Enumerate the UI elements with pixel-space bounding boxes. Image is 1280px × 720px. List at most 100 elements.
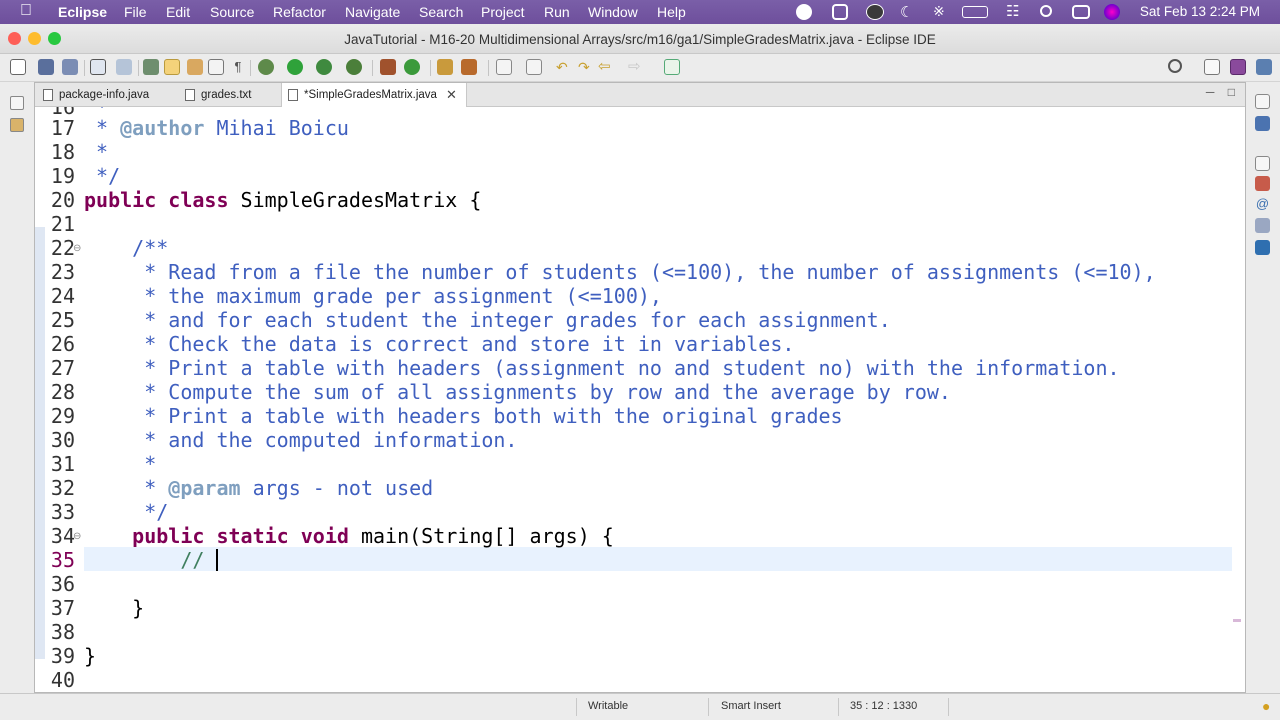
- close-tab-icon[interactable]: ✕: [446, 87, 457, 103]
- open-type-icon[interactable]: [437, 59, 453, 75]
- code-line: }: [84, 596, 145, 620]
- code-line: */: [84, 164, 121, 188]
- declaration-icon[interactable]: [1255, 218, 1270, 233]
- menu-source[interactable]: Source: [210, 4, 254, 20]
- menubar-clock[interactable]: Sat Feb 13 2:24 PM: [1140, 4, 1260, 19]
- line-number: 24: [50, 284, 75, 308]
- minimize-icon[interactable]: ─: [1206, 85, 1215, 99]
- editor-area: package-info.java grades.txt *SimpleGrad…: [34, 82, 1246, 693]
- search-tool-icon[interactable]: [461, 59, 477, 75]
- record-status-icon[interactable]: [796, 4, 812, 20]
- siri-icon[interactable]: [1104, 4, 1120, 20]
- java-perspective-icon[interactable]: [1230, 59, 1246, 75]
- text-file-icon: [185, 89, 195, 101]
- bug-icon[interactable]: [866, 4, 884, 20]
- outline-icon[interactable]: [1255, 116, 1270, 131]
- battery-icon[interactable]: [962, 6, 988, 18]
- package-explorer-icon[interactable]: [10, 118, 24, 132]
- spotlight-search-icon[interactable]: [1040, 5, 1052, 17]
- menu-refactor[interactable]: Refactor: [273, 4, 326, 20]
- java-file-icon: [288, 89, 298, 101]
- status-insert-mode[interactable]: Smart Insert: [721, 700, 781, 712]
- fold-toggle-icon[interactable]: ⊖: [73, 243, 81, 254]
- code-line: * @param args - not used: [84, 476, 434, 500]
- tab-grades-txt[interactable]: grades.txt: [185, 83, 275, 107]
- save-icon[interactable]: [38, 59, 54, 75]
- wifi-icon[interactable]: ☷: [1006, 2, 1019, 20]
- show-whitespace-icon[interactable]: ¶: [230, 59, 246, 75]
- restore-icon[interactable]: [1255, 94, 1270, 109]
- line-number: 32: [50, 476, 75, 500]
- new-java-package-icon[interactable]: [380, 59, 396, 75]
- line-number: 36: [50, 572, 75, 596]
- external-tools-icon[interactable]: [346, 59, 362, 75]
- status-cursor-position[interactable]: 35 : 12 : 1330: [850, 700, 917, 712]
- menu-project[interactable]: Project: [481, 4, 525, 20]
- block-selection-icon[interactable]: [208, 59, 224, 75]
- open-perspective-icon[interactable]: [1204, 59, 1220, 75]
- word-wrap-icon[interactable]: [187, 59, 203, 75]
- moon-icon[interactable]: ☾: [900, 3, 913, 21]
- macos-menubar:  Eclipse File Edit Source Refactor Navi…: [0, 0, 1280, 24]
- code-line: * Print a table with headers both with t…: [84, 404, 843, 428]
- debug-icon[interactable]: [258, 59, 274, 75]
- tab-simple-grades-matrix[interactable]: *SimpleGradesMatrix.java ✕: [281, 83, 467, 107]
- control-icon[interactable]: [832, 4, 848, 20]
- menu-help[interactable]: Help: [657, 4, 686, 20]
- coverage-icon[interactable]: [316, 59, 332, 75]
- code-line: * and for each student the integer grade…: [84, 308, 891, 332]
- new-java-class-icon[interactable]: [404, 59, 420, 75]
- editor-tab-bar: package-info.java grades.txt *SimpleGrad…: [35, 83, 1245, 107]
- next-annotation-icon[interactable]: [496, 59, 512, 75]
- last-edit-location-icon[interactable]: ↶: [556, 59, 572, 75]
- problems-icon[interactable]: [1255, 176, 1270, 191]
- menu-navigate[interactable]: Navigate: [345, 4, 400, 20]
- skip-breakpoints-icon[interactable]: [116, 59, 132, 75]
- back-history-icon[interactable]: ↷: [578, 59, 594, 75]
- line-number: 38: [50, 620, 75, 644]
- menu-edit[interactable]: Edit: [166, 4, 190, 20]
- restore-icon[interactable]: [1255, 156, 1270, 171]
- tab-package-info[interactable]: package-info.java: [43, 83, 173, 107]
- search-icon[interactable]: [1168, 59, 1182, 73]
- line-number-current: 35: [50, 548, 75, 572]
- line-number: 34: [50, 524, 75, 548]
- terminal-icon[interactable]: [90, 59, 106, 75]
- toggle-mark-occurrences-icon[interactable]: [143, 59, 159, 75]
- menu-app-eclipse[interactable]: Eclipse: [58, 4, 107, 20]
- javadoc-icon[interactable]: @: [1255, 196, 1270, 211]
- overview-ruler-marker[interactable]: [1233, 619, 1241, 622]
- previous-annotation-icon[interactable]: [526, 59, 542, 75]
- back-icon[interactable]: ⇦: [598, 59, 614, 75]
- lightbulb-icon[interactable]: ●: [1262, 698, 1270, 714]
- tab-label: *SimpleGradesMatrix.java: [304, 89, 437, 101]
- fold-toggle-icon[interactable]: ⊖: [73, 531, 81, 542]
- debug-perspective-icon[interactable]: [1256, 59, 1272, 75]
- code-line: * the maximum grade per assignment (<=10…: [84, 284, 662, 308]
- line-number: 20: [50, 188, 75, 212]
- bluetooth-icon[interactable]: ※: [933, 3, 945, 20]
- code-editor[interactable]: 16 * 17 * @author Mihai Boicu 18 * 19 */…: [35, 107, 1245, 692]
- forward-icon[interactable]: ⇨: [628, 59, 644, 75]
- maximize-icon[interactable]: □: [1228, 85, 1235, 99]
- line-number: 30: [50, 428, 75, 452]
- code-line: public class SimpleGradesMatrix {: [84, 188, 482, 212]
- console-icon[interactable]: [1255, 240, 1270, 255]
- restore-icon[interactable]: [10, 96, 24, 110]
- menu-search[interactable]: Search: [419, 4, 463, 20]
- menu-run[interactable]: Run: [544, 4, 570, 20]
- line-number: 25: [50, 308, 75, 332]
- status-bar: Writable Smart Insert 35 : 12 : 1330 ●: [0, 693, 1280, 720]
- code-line: public static void main(String[] args) {: [132, 524, 614, 548]
- save-all-icon[interactable]: [62, 59, 78, 75]
- pin-editor-icon[interactable]: [664, 59, 680, 75]
- menu-file[interactable]: File: [124, 4, 147, 20]
- window-titlebar: JavaTutorial - M16-20 Multidimensional A…: [0, 24, 1280, 54]
- apple-menu-icon[interactable]: : [20, 2, 32, 20]
- new-icon[interactable]: [10, 59, 26, 75]
- highlight-icon[interactable]: [164, 59, 180, 75]
- menu-window[interactable]: Window: [588, 4, 638, 20]
- run-icon[interactable]: [287, 59, 303, 75]
- line-number: 39: [50, 644, 75, 668]
- control-center-icon[interactable]: [1072, 5, 1090, 19]
